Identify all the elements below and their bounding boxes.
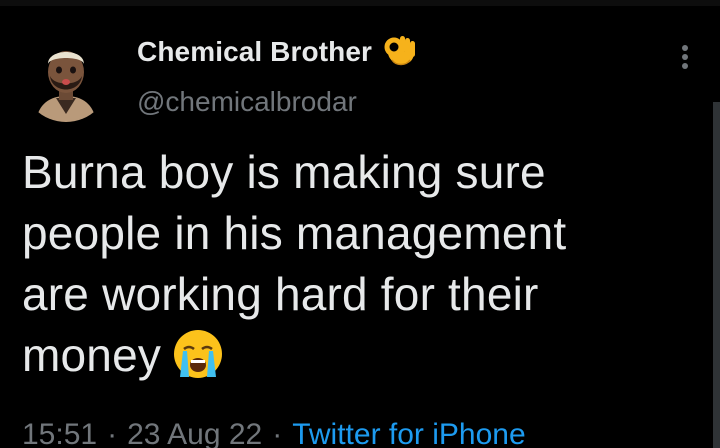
scrollbar[interactable] bbox=[713, 102, 720, 448]
avatar[interactable] bbox=[22, 34, 110, 122]
top-divider bbox=[0, 0, 720, 6]
tweet-text-word: money bbox=[22, 329, 162, 381]
vertical-ellipsis-icon bbox=[682, 45, 688, 69]
author-name-row: Chemical Brother bbox=[137, 30, 418, 74]
tweet-date[interactable]: 23 Aug 22 bbox=[127, 418, 262, 448]
tweet-source-link[interactable]: Twitter for iPhone bbox=[292, 418, 525, 448]
tweet-text-line: people in his management bbox=[22, 207, 567, 259]
memoji-avatar-icon bbox=[22, 34, 110, 122]
tweet-meta: 15:51 · 23 Aug 22 · Twitter for iPhone bbox=[22, 418, 526, 448]
tweet-text-line-last: money bbox=[22, 325, 712, 386]
tweet-text-line: Burna boy is making sure bbox=[22, 146, 546, 198]
tweet-text-line: are working hard for their bbox=[22, 268, 539, 320]
author-handle[interactable]: @chemicalbrodar bbox=[137, 86, 357, 118]
author-display-name[interactable]: Chemical Brother bbox=[137, 36, 372, 68]
ok-hand-icon bbox=[384, 36, 415, 66]
loudly-crying-face-icon bbox=[174, 330, 223, 378]
meta-separator: · bbox=[272, 418, 283, 448]
tweet-time[interactable]: 15:51 bbox=[22, 418, 97, 448]
meta-separator: · bbox=[107, 418, 118, 448]
more-options-button[interactable] bbox=[672, 40, 698, 74]
tweet-text: Burna boy is making sure people in his m… bbox=[22, 142, 712, 386]
